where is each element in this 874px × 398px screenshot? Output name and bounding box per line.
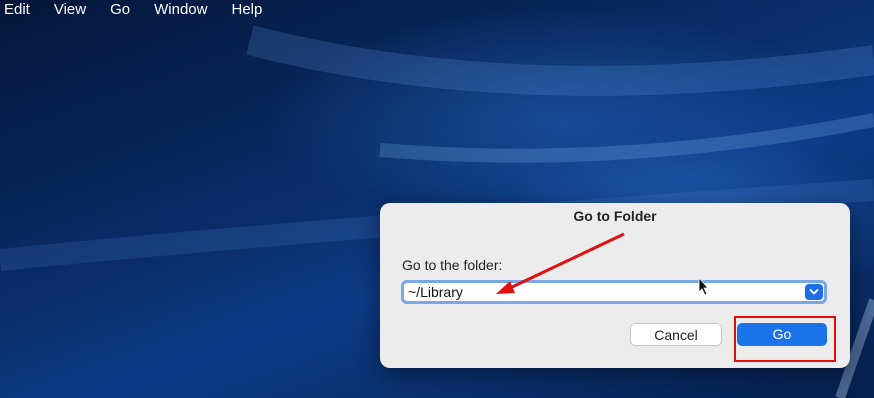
- dialog-title: Go to Folder: [573, 208, 657, 224]
- path-history-dropdown[interactable]: [805, 284, 823, 300]
- go-button[interactable]: Go: [737, 323, 827, 346]
- chevron-down-icon: [809, 289, 819, 295]
- menu-bar: Edit View Go Window Help: [0, 0, 874, 18]
- menu-window[interactable]: Window: [154, 1, 207, 18]
- menu-go[interactable]: Go: [110, 1, 130, 18]
- menu-view[interactable]: View: [54, 1, 86, 18]
- folder-path-field[interactable]: [401, 280, 827, 304]
- go-to-folder-dialog: Go to Folder Go to the folder: Cancel Go: [380, 203, 850, 368]
- cancel-button[interactable]: Cancel: [630, 323, 722, 346]
- folder-field-label: Go to the folder:: [402, 257, 503, 273]
- menu-help[interactable]: Help: [231, 1, 262, 18]
- folder-path-input[interactable]: [408, 283, 798, 301]
- menu-edit[interactable]: Edit: [4, 1, 30, 18]
